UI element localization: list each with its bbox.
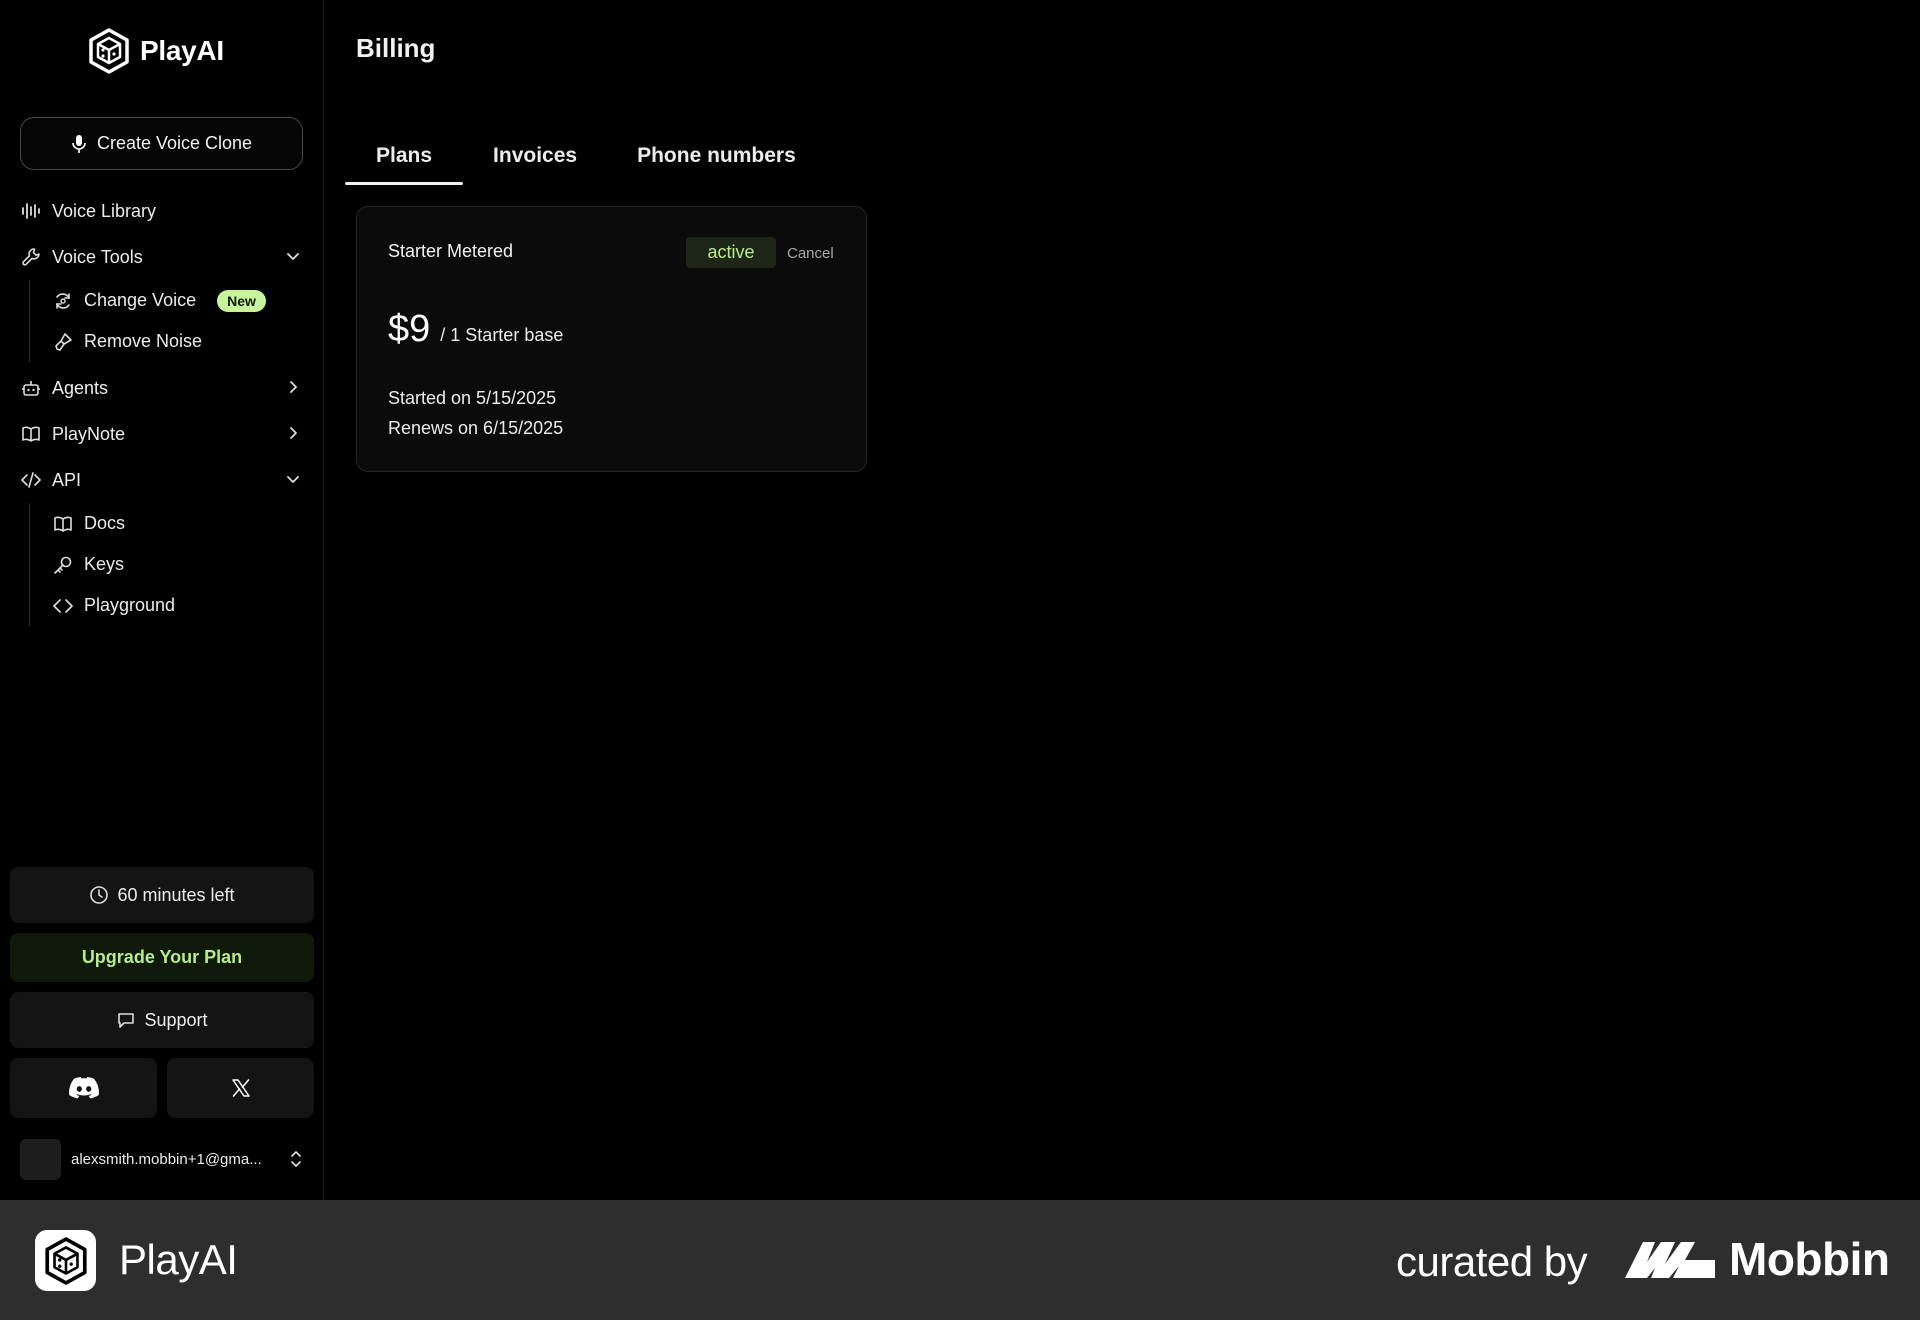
playai-logo-icon [89,28,129,74]
plan-start-date: Started on 5/15/2025 [388,388,557,408]
create-voice-clone-label: Create Voice Clone [96,133,253,153]
sidebar-item-agents[interactable]: Agents [0,365,324,411]
sidebar-item-docs[interactable]: Docs [30,503,324,544]
code-slash-icon [20,469,42,491]
mobbin-logo-icon [1625,1242,1715,1278]
support-button[interactable]: Support [10,992,314,1048]
plan-price: $9 / 1 Starter base [388,308,563,351]
playai-app-icon [35,1230,96,1291]
playai-logo-icon [44,1236,87,1285]
robot-icon [20,377,42,399]
user-account-switcher[interactable]: alexsmith.mobbin+1@gma... [20,1138,304,1180]
waveform-icon [20,200,42,222]
book-icon [20,423,42,445]
minutes-left-label: 60 minutes left [117,884,235,905]
cancel-plan-link[interactable]: Cancel [787,245,834,262]
new-badge: New [217,289,266,312]
sidebar-item-label: Change Voice [84,290,197,310]
discord-button[interactable] [10,1058,157,1118]
minutes-left-indicator[interactable]: 60 minutes left [10,867,314,923]
clock-icon [90,886,109,904]
plan-renew-date: Renews on 6/15/2025 [388,418,564,438]
wrench-icon [20,246,42,268]
curation-footer: PlayAI curated by Mobbin [0,1200,1920,1320]
sidebar-item-playnote[interactable]: PlayNote [0,411,324,457]
sidebar-item-playground[interactable]: Playground [30,585,324,626]
x-logo-icon [231,1079,250,1097]
voice-tools-submenu: Change Voice New Remove Noise [29,280,324,362]
tab-phone-numbers[interactable]: Phone numbers [607,127,826,185]
curated-by-label: curated by [1396,1238,1588,1285]
app-logo[interactable]: PlayAI [88,28,224,74]
microphone-icon [72,134,86,153]
tab-invoices[interactable]: Invoices [463,127,607,185]
chat-bubble-icon [118,1013,135,1028]
plan-card: Starter Metered active Cancel $9 / 1 Sta… [356,206,867,472]
avatar [20,1138,61,1180]
sidebar-item-api[interactable]: API [0,457,324,503]
plan-name: Starter Metered [388,241,514,261]
brush-icon [52,331,74,353]
api-submenu: Docs Keys Playground [29,503,324,626]
support-label: Support [144,1009,208,1030]
chevron-right-icon[interactable] [284,378,302,396]
sidebar-item-label: Agents [52,377,109,398]
code-icon [52,595,74,617]
billing-tabs: Plans Invoices Phone numbers [345,127,826,185]
book-open-icon [52,513,74,535]
key-icon [52,554,74,576]
upgrade-plan-button[interactable]: Upgrade Your Plan [10,933,314,982]
sidebar-item-change-voice[interactable]: Change Voice New [30,280,324,321]
sidebar: PlayAI Create Voice Clone Voice Library … [0,0,324,1200]
sidebar-nav: Voice Library Voice Tools Change Voice N… [0,188,324,626]
create-voice-clone-button[interactable]: Create Voice Clone [20,117,303,170]
chevron-right-icon[interactable] [284,424,302,442]
chevron-down-icon[interactable] [284,247,302,265]
app-name: PlayAI [140,35,224,66]
x-twitter-button[interactable] [167,1058,314,1118]
chevron-down-icon[interactable] [284,470,302,488]
chevron-up-down-icon [291,1151,301,1167]
sidebar-item-label: Docs [84,513,126,533]
status-badge: active [686,237,776,268]
discord-icon [68,1077,99,1099]
user-email: alexsmith.mobbin+1@gma... [71,1150,262,1168]
sidebar-item-label: API [52,469,82,490]
sidebar-item-remove-noise[interactable]: Remove Noise [30,321,324,362]
sidebar-item-label: Remove Noise [84,331,203,351]
mobbin-brand: Mobbin [1729,1233,1890,1285]
sidebar-item-voice-library[interactable]: Voice Library [0,188,324,234]
sidebar-item-label: PlayNote [52,423,126,444]
sidebar-item-label: Keys [84,554,125,574]
page-title: Billing [356,33,436,63]
price-amount: $9 [388,308,431,350]
tab-plans[interactable]: Plans [345,127,464,185]
sidebar-item-voice-tools[interactable]: Voice Tools [0,234,324,280]
sidebar-item-keys[interactable]: Keys [30,544,324,585]
refresh-voice-icon [52,290,74,312]
sidebar-item-label: Playground [84,595,176,615]
sidebar-item-label: Voice Tools [52,246,143,267]
footer-app-name: PlayAI [119,1236,238,1283]
price-unit: / 1 Starter base [440,325,564,345]
sidebar-item-label: Voice Library [52,200,157,221]
